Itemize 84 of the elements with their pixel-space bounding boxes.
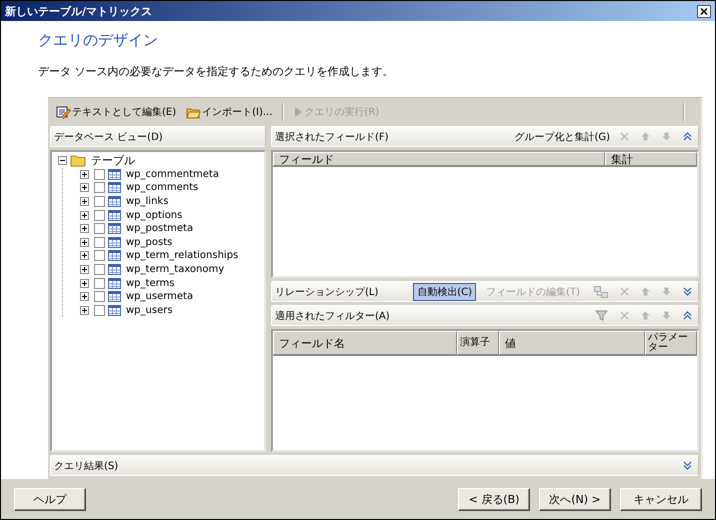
window-title: 新しいテーブル/マトリックス [5, 4, 152, 18]
delete-icon [620, 311, 629, 320]
dialog-button[interactable]: ヘルプ [14, 488, 86, 510]
page-heading: クエリのデザイン [38, 31, 159, 50]
table-icon [108, 236, 121, 248]
tree-item[interactable]: wp_comments [126, 182, 198, 194]
tree-item[interactable]: wp_postmeta [126, 223, 194, 234]
checkbox[interactable] [94, 291, 105, 302]
checkbox[interactable] [94, 278, 105, 289]
expand-icon[interactable] [80, 251, 89, 260]
expand-icon[interactable] [80, 306, 89, 315]
play-icon [294, 106, 304, 118]
expand-icon[interactable] [80, 210, 89, 220]
table-icon [108, 250, 121, 262]
checkbox[interactable] [94, 223, 105, 234]
table-icon [108, 182, 121, 194]
table-icon [108, 168, 121, 180]
table-icon [108, 304, 121, 316]
delete-icon [620, 287, 629, 296]
checkbox[interactable] [94, 210, 105, 221]
column-header[interactable]: フィールド [273, 152, 605, 166]
expand-icon[interactable] [80, 292, 89, 302]
expand-icon[interactable] [80, 238, 89, 247]
checkbox[interactable] [94, 196, 105, 208]
expand-icon[interactable] [80, 224, 89, 234]
folder-icon [186, 106, 202, 118]
table-icon [108, 264, 121, 276]
tree-item[interactable]: wp_users [126, 304, 173, 316]
page-description: データ ソース内の必要なデータを指定するためのクエリを作成します。 [38, 64, 394, 79]
up-icon [641, 287, 650, 296]
checkbox[interactable] [94, 182, 105, 194]
table-icon [108, 278, 121, 289]
tree-item[interactable]: wp_options [126, 210, 182, 221]
checkbox[interactable] [94, 168, 105, 180]
table-icon [108, 223, 121, 234]
expand-icon[interactable] [80, 183, 89, 192]
panel-title: 選択されたフィールド(F) [275, 130, 390, 144]
dialog-button[interactable]: 次へ(N) > [539, 488, 611, 510]
group-aggregate-button[interactable]: グループ化と集計(G) [514, 130, 610, 144]
tree-item[interactable]: wp_usermeta [126, 291, 194, 302]
pencil-icon [56, 105, 71, 119]
table-icon [108, 291, 121, 302]
delete-icon [620, 132, 629, 141]
tree-item[interactable]: wp_term_taxonomy [126, 264, 224, 276]
toolbar-button[interactable]: 自動検出(C) [413, 282, 476, 300]
collapse-icon[interactable] [58, 156, 67, 166]
toolbar-button[interactable]: インポート(I)... [183, 105, 276, 119]
tree-item[interactable]: wp_term_relationships [126, 250, 238, 262]
column-header[interactable]: 集計 [605, 152, 697, 166]
checkbox[interactable] [94, 236, 105, 248]
up-icon [641, 311, 650, 320]
expand-icon[interactable] [80, 265, 89, 274]
column-header[interactable]: パラメーター [645, 331, 697, 355]
panel-title: データベース ビュー(D) [54, 130, 164, 144]
toolbar-button[interactable]: テキストとして編集(E) [53, 105, 180, 119]
panel-title: クエリ結果(S) [54, 460, 120, 472]
panel-title: 適用されたフィルター(A) [275, 310, 391, 322]
grid-icon [594, 286, 608, 298]
filter-icon [595, 310, 608, 321]
table-icon [108, 196, 121, 208]
folder-icon [70, 154, 86, 168]
expand-icon[interactable] [80, 278, 89, 288]
down-icon [662, 132, 671, 141]
down-icon [662, 311, 671, 320]
checkbox[interactable] [94, 304, 105, 316]
down-icon [662, 287, 671, 296]
panel-title: リレーションシップ(L) [275, 286, 380, 298]
up-icon [641, 132, 650, 141]
tree-item[interactable]: wp_posts [126, 236, 172, 248]
table-icon [108, 210, 121, 221]
dialog-button[interactable]: キャンセル [620, 488, 702, 510]
expand-icon[interactable] [80, 170, 89, 179]
tree-item[interactable]: wp_terms [126, 278, 174, 289]
column-header[interactable]: フィールド名 [273, 331, 457, 355]
checkbox[interactable] [94, 264, 105, 276]
tree-item[interactable]: テーブル [91, 153, 135, 168]
close-icon[interactable] [697, 4, 711, 18]
tree-item[interactable]: wp_commentmeta [126, 168, 219, 180]
column-header[interactable]: 演算子 [457, 331, 499, 355]
checkbox[interactable] [94, 250, 105, 262]
expand-icon[interactable] [80, 197, 89, 206]
column-header[interactable]: 値 [499, 331, 645, 355]
tree-item[interactable]: wp_links [126, 196, 168, 208]
dialog-button[interactable]: < 戻る(B) [458, 488, 530, 510]
